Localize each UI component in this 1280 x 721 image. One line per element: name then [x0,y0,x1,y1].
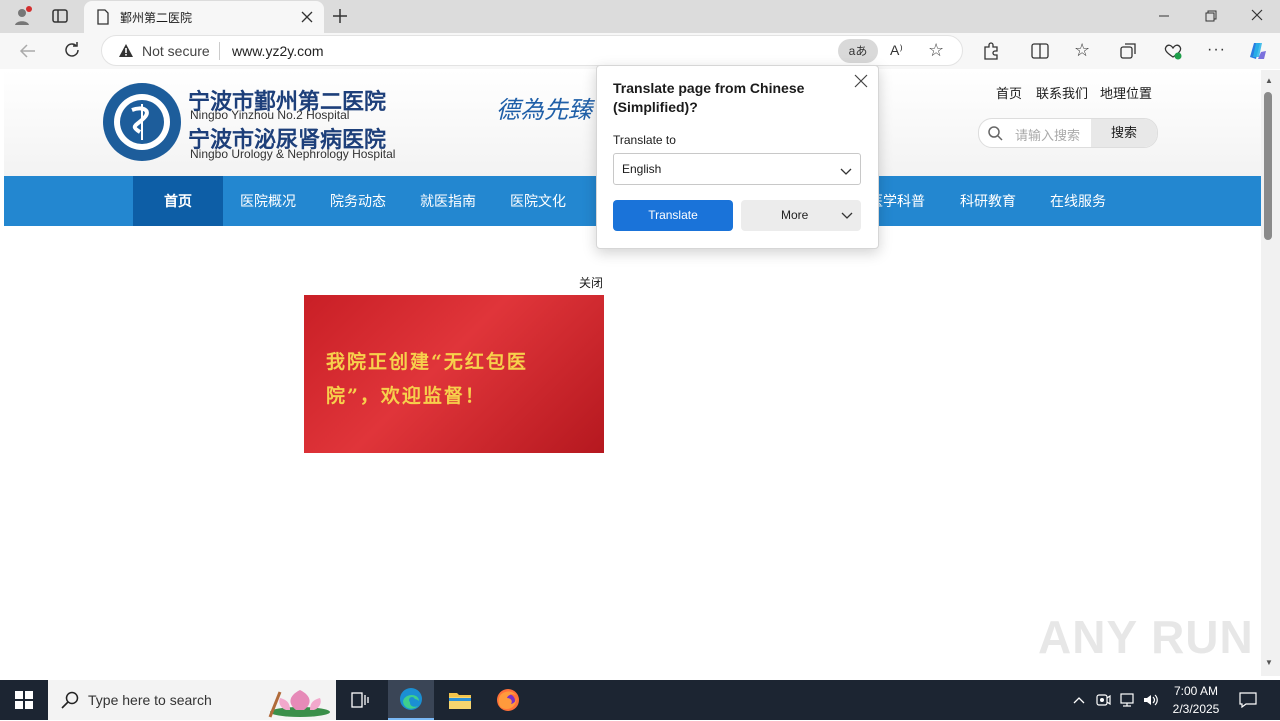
meet-now-icon[interactable] [1092,680,1114,720]
nav-online[interactable]: 在线服务 [1033,176,1123,226]
search-icon [987,125,1003,144]
translate-button[interactable]: Translate [613,200,733,231]
divider [219,42,220,60]
favorites-icon[interactable]: ☆ [1074,40,1090,61]
nav-news[interactable]: 院务动态 [313,176,403,226]
show-hidden-icons-icon[interactable] [1068,680,1090,720]
address-bar[interactable]: Not secure www.yz2y.com aあ A⁾ ☆ [101,35,963,66]
motto-calligraphy: 德為先臻 [496,96,592,124]
scroll-thumb[interactable] [1264,92,1272,240]
more-button-label: More [781,208,809,222]
nav-culture[interactable]: 医院文化 [493,176,583,226]
page-icon [96,9,110,28]
search-highlight-lotus-icon [260,684,332,721]
profile-avatar-icon[interactable] [12,6,32,26]
warning-icon[interactable] [118,43,134,61]
read-aloud-icon[interactable]: A⁾ [890,42,903,59]
vertical-scrollbar[interactable]: ▲ ▼ [1261,70,1280,676]
nav-research[interactable]: 科研教育 [943,176,1033,226]
tab-actions-icon[interactable] [52,8,68,24]
translate-icon[interactable]: aあ [838,39,878,63]
close-window-icon[interactable] [1251,9,1263,24]
refresh-icon[interactable] [63,41,81,62]
more-button[interactable]: More [741,200,861,231]
scroll-up-icon[interactable]: ▲ [1265,76,1273,85]
extensions-icon[interactable] [982,42,1000,63]
floating-banner[interactable]: 我院正创建“无红包医 院”，欢迎监督！ [304,295,604,453]
top-link-location[interactable]: 地理位置 [1100,83,1152,102]
translate-to-label: Translate to [613,133,676,147]
copilot-icon[interactable] [1245,39,1269,66]
clock-time[interactable]: 7:00 AM [1172,684,1220,698]
favorite-star-icon[interactable]: ☆ [928,40,944,61]
language-value: English [622,162,662,176]
taskbar-search-placeholder: Type here to search [88,692,212,708]
language-select[interactable]: English [613,153,861,185]
chevron-down-icon [841,201,853,232]
start-windows-icon[interactable] [0,680,48,720]
hospital-name-en-2: Ningbo Urology & Nephrology Hospital [190,147,396,161]
url-text[interactable]: www.yz2y.com [232,43,324,59]
popup-close-icon[interactable] [854,74,868,91]
nav-overview[interactable]: 医院概况 [223,176,313,226]
scroll-down-icon[interactable]: ▼ [1265,658,1273,667]
split-screen-icon[interactable] [1031,42,1049,63]
volume-icon[interactable] [1140,680,1162,720]
notifications-icon[interactable] [1234,680,1262,720]
more-options-icon[interactable]: ··· [1207,41,1226,59]
tab-title: 鄞州第二医院 [120,11,193,25]
site-search-box[interactable]: 请输入搜索 搜索 [978,118,1158,148]
edge-taskbar-icon[interactable] [388,680,434,720]
security-label[interactable]: Not secure [142,43,210,59]
new-tab-icon[interactable] [332,8,348,27]
site-search-button[interactable]: 搜索 [1091,119,1157,147]
close-tab-icon[interactable] [300,10,314,27]
search-icon [61,691,79,712]
banner-close-link[interactable]: 关闭 [579,274,603,291]
top-link-contact[interactable]: 联系我们 [1036,83,1088,102]
hospital-logo[interactable] [102,82,182,162]
watermark: ANY RUN [1038,611,1254,663]
back-icon[interactable] [19,42,37,63]
taskbar-search-box[interactable]: Type here to search [48,680,336,720]
banner-text-line-2: 院”，欢迎监督！ [326,385,486,407]
chevron-down-icon [840,164,852,179]
minimize-icon[interactable] [1158,10,1170,25]
file-explorer-icon[interactable] [438,680,482,720]
browser-essentials-icon[interactable] [1163,42,1183,63]
active-tab[interactable]: 鄞州第二医院 [84,1,324,33]
collections-icon[interactable] [1119,42,1137,63]
network-icon[interactable] [1116,680,1138,720]
windows-taskbar: Type here to search 7:00 AM 2/3/2025 [0,680,1280,720]
firefox-icon[interactable] [486,680,530,720]
top-link-home[interactable]: 首页 [996,83,1022,102]
restore-icon[interactable] [1205,10,1217,25]
banner-text-line-1: 我院正创建“无红包医 [326,351,528,373]
site-search-input[interactable]: 请输入搜索 [1015,125,1087,144]
hospital-name-en-1: Ningbo Yinzhou No.2 Hospital [190,108,350,122]
translate-popup: Translate page from Chinese (Simplified)… [596,65,879,249]
nav-home[interactable]: 首页 [133,176,223,226]
nav-guide[interactable]: 就医指南 [403,176,493,226]
popup-title: Translate page from Chinese (Simplified)… [613,80,805,115]
tab-strip: 鄞州第二医院 [0,0,1280,33]
clock-date[interactable]: 2/3/2025 [1168,702,1224,716]
task-view-icon[interactable] [340,680,380,720]
